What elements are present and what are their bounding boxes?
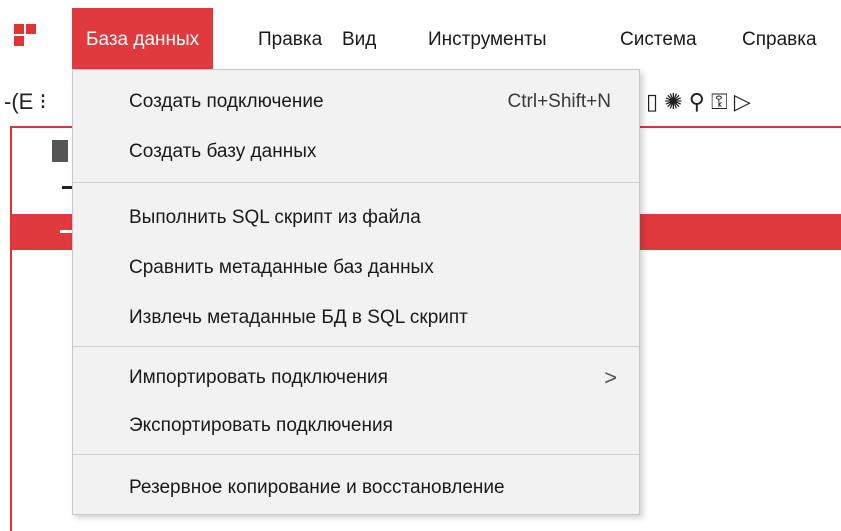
menu-edit[interactable]: Правка	[244, 8, 336, 72]
menu-item-label: Сравнить метаданные баз данных	[129, 257, 434, 278]
menu-item-create-connection[interactable]: Создать подключение Ctrl+Shift+N	[73, 80, 639, 124]
menu-item-create-database[interactable]: Создать базу данных	[73, 130, 639, 174]
menu-tools[interactable]: Инструменты	[414, 8, 560, 72]
menu-item-label: Импортировать подключения	[129, 367, 388, 388]
tree-node-icon	[52, 140, 68, 162]
menu-item-label: Резервное копирование и восстановление	[129, 477, 505, 498]
menu-database[interactable]: База данных	[72, 8, 214, 72]
menu-item-run-sql-script[interactable]: Выполнить SQL скрипт из файла	[73, 196, 639, 240]
toolbar-right: ▯ ✺ ⚲ ⚿ ▷	[646, 82, 751, 122]
menu-item-label: Создать базу данных	[129, 141, 317, 162]
menu-item-label: Экспортировать подключения	[129, 415, 393, 436]
menu-item-backup-restore[interactable]: Резервное копирование и восстановление	[73, 466, 639, 510]
menu-item-label: Извлечь метаданные БД в SQL скрипт	[129, 307, 468, 328]
menu-item-export-connections[interactable]: Экспортировать подключения	[73, 404, 639, 448]
shortcut-label: Ctrl+Shift+N	[507, 91, 611, 112]
menu-bar: База данных Правка Вид Инструменты Систе…	[0, 0, 841, 80]
database-menu-dropdown: Создать подключение Ctrl+Shift+N Создать…	[72, 69, 640, 515]
menu-item-label: Создать подключение	[129, 91, 324, 112]
menu-item-compare-metadata[interactable]: Сравнить метаданные баз данных	[73, 246, 639, 290]
connect-icon[interactable]: -(E ⁝	[4, 89, 46, 115]
menu-item-label: Выполнить SQL скрипт из файла	[129, 207, 421, 228]
menu-separator	[73, 346, 639, 347]
menu-separator	[73, 454, 639, 455]
menu-system[interactable]: Система	[606, 8, 711, 72]
menu-help[interactable]: Справка	[728, 8, 831, 72]
menu-separator	[73, 182, 639, 183]
toolbar-left: -(E ⁝	[4, 82, 46, 122]
toolbar-icons[interactable]: ▯ ✺ ⚲ ⚿ ▷	[646, 89, 751, 115]
menu-view[interactable]: Вид	[328, 8, 390, 72]
menu-item-import-connections[interactable]: Импортировать подключения >	[73, 356, 639, 400]
menu-item-extract-metadata[interactable]: Извлечь метаданные БД в SQL скрипт	[73, 296, 639, 340]
submenu-arrow-icon: >	[604, 365, 617, 390]
app-logo-icon	[14, 24, 38, 48]
